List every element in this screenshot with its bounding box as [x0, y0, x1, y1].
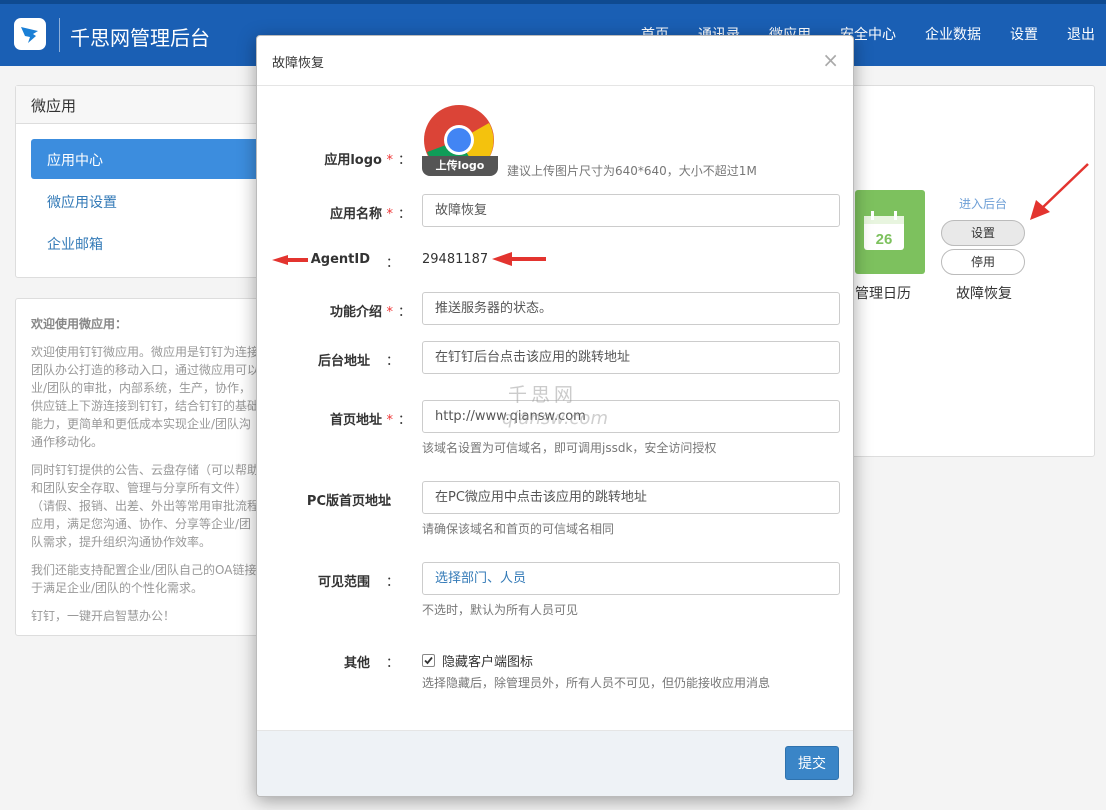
- modal-title: 故障恢复: [257, 36, 853, 86]
- calendar-app-tile[interactable]: 26: [855, 190, 925, 274]
- watermark-url: qiansw.com: [502, 408, 608, 429]
- welcome-paragraph: 钉钉，一键开启智慧办公！: [31, 609, 176, 623]
- colon: ：: [398, 305, 412, 320]
- brand-divider: [59, 18, 60, 52]
- logo-label: 应用logo *: [324, 153, 393, 168]
- calendar-day: 26: [876, 231, 893, 248]
- visibility-scope-selector[interactable]: 选择部门、人员: [422, 562, 840, 595]
- visibility-scope-hint: 不选时，默认为所有人员可见: [422, 603, 579, 617]
- backend-url-input[interactable]: 在钉钉后台点击该应用的跳转地址: [422, 341, 840, 374]
- annotation-arrow-icon: [272, 255, 308, 265]
- calendar-app-label: 管理日历: [855, 286, 911, 302]
- brand-title: 千思网管理后台: [70, 26, 210, 50]
- nav-enterprise-data[interactable]: 企业数据: [925, 24, 981, 44]
- pc-homepage-input[interactable]: 在PC微应用中点击该应用的跳转地址: [422, 481, 840, 514]
- colon: ：: [386, 256, 400, 271]
- sidebar-title: 微应用: [16, 86, 274, 124]
- homepage-url-label: 首页地址 *: [329, 413, 393, 428]
- welcome-paragraph: 我们还能支持配置企业/团队自己的OA链接于满足企业/团队的个性化需求。: [31, 563, 257, 595]
- colon: ：: [386, 575, 400, 590]
- watermark-text: 千思网: [508, 384, 578, 406]
- pc-homepage-label: PC版首页地址: [306, 494, 391, 509]
- homepage-hint: 该域名设置为可信域名，即可调用jssdk，安全访问授权: [422, 441, 717, 455]
- hide-icon-hint: 选择隐藏后，除管理员外，所有人员不可见，但仍能接收应用消息: [422, 676, 771, 690]
- welcome-paragraph: 同时钉钉提供的公告、云盘存储（可以帮助和团队安全存取、管理与分享所有文件）（请假…: [31, 463, 260, 549]
- app-name-input[interactable]: 故障恢复: [422, 194, 840, 227]
- annotation-arrow-icon: [492, 252, 546, 266]
- calendar-icon: 26: [864, 211, 904, 250]
- colon: ：: [386, 656, 400, 671]
- colon: ：: [386, 354, 400, 369]
- logo-size-hint: 建议上传图片尺寸为640*640，大小不超过1M: [507, 164, 757, 178]
- dingtalk-logo-icon: [14, 18, 46, 50]
- sidebar-item-enterprise-mail[interactable]: 企业邮箱: [31, 223, 276, 263]
- upload-logo-button[interactable]: 上传logo: [422, 156, 498, 176]
- colon: ：: [398, 413, 412, 428]
- other-label: 其他: [343, 656, 370, 671]
- homepage-url-input[interactable]: http://www.qiansw.com: [422, 400, 840, 433]
- description-label: 功能介绍 *: [329, 305, 393, 320]
- visibility-scope-label: 可见范围: [317, 575, 370, 590]
- pc-homepage-hint: 请确保该域名和首页的可信域名相同: [422, 522, 615, 536]
- app-disable-button[interactable]: 停用: [941, 249, 1025, 275]
- fault-recovery-app-label: 故障恢复: [956, 286, 1012, 302]
- sidebar-item-app-center[interactable]: 应用中心: [31, 139, 276, 179]
- colon: ：: [398, 207, 412, 222]
- sidebar-item-micro-app-settings[interactable]: 微应用设置: [31, 181, 276, 221]
- welcome-title: 欢迎使用微应用：: [31, 317, 128, 331]
- app-settings-button[interactable]: 设置: [941, 220, 1025, 246]
- nav-settings[interactable]: 设置: [1010, 24, 1038, 44]
- nav-logout[interactable]: 退出: [1067, 24, 1095, 44]
- colon: ：: [398, 153, 412, 168]
- agent-id-value: 29481187: [422, 252, 489, 267]
- app-logo-upload[interactable]: 上传logo: [422, 104, 498, 180]
- name-label: 应用名称 *: [329, 207, 393, 222]
- enter-backend-link[interactable]: 进入后台: [959, 195, 1007, 212]
- annotation-arrow-icon: [1030, 163, 1089, 220]
- checkmark-icon: [424, 656, 433, 665]
- welcome-paragraph: 欢迎使用钉钉微应用。微应用是钉钉为连接团队办公打造的移动入口，通过微应用可以业/…: [31, 345, 260, 449]
- description-input[interactable]: 推送服务器的状态。: [422, 292, 840, 325]
- hide-icon-checkbox[interactable]: [422, 654, 435, 667]
- hide-icon-label[interactable]: 隐藏客户端图标: [442, 651, 533, 670]
- submit-button[interactable]: 提交: [785, 746, 839, 780]
- colon: ：: [386, 494, 400, 509]
- welcome-panel: 欢迎使用微应用： 欢迎使用钉钉微应用。微应用是钉钉为连接团队办公打造的移动入口，…: [15, 298, 275, 636]
- modal-footer: 提交: [257, 730, 853, 796]
- close-icon[interactable]: ×: [822, 48, 839, 72]
- sidebar-panel: 微应用 应用中心 微应用设置 企业邮箱: [15, 85, 276, 278]
- backend-url-label: 后台地址: [317, 354, 370, 369]
